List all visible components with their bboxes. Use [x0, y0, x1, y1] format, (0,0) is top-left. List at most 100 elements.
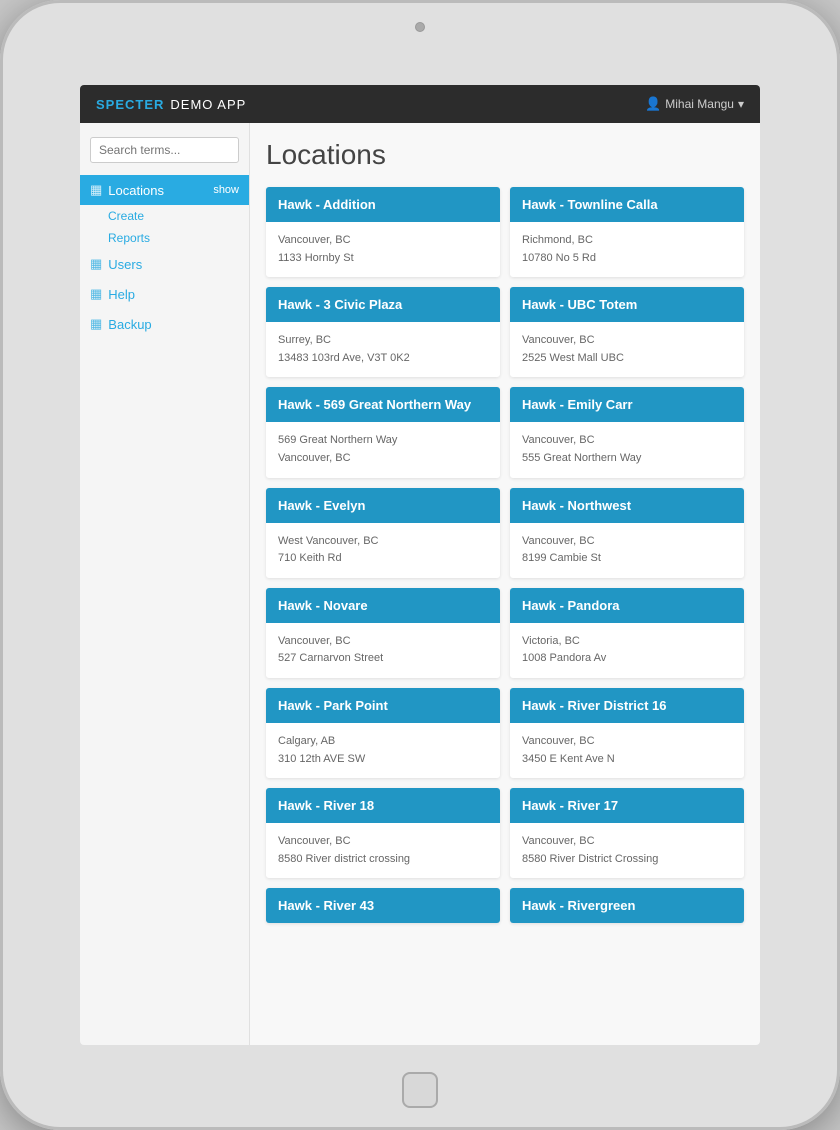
locations-badge: show [213, 184, 239, 196]
tablet-camera [415, 22, 425, 32]
location-card-address: Calgary, AB310 12th AVE SW [278, 733, 488, 768]
location-card-address: Vancouver, BC555 Great Northern Way [522, 432, 732, 467]
help-icon: ▦ [90, 286, 102, 302]
location-card[interactable]: Hawk - Pandora Victoria, BC1008 Pandora … [510, 588, 744, 678]
tablet-home-button[interactable] [402, 1072, 438, 1108]
location-card-body: 569 Great Northern WayVancouver, BC [266, 422, 500, 477]
location-card[interactable]: Hawk - River 17 Vancouver, BC8580 River … [510, 788, 744, 878]
tablet-frame: SPECTER DEMO APP 👤 Mihai Mangu ▾ ▦ Locat… [0, 0, 840, 1130]
location-card-address: Vancouver, BC8199 Cambie St [522, 533, 732, 568]
sidebar-item-help[interactable]: ▦ Help [80, 279, 249, 309]
location-card[interactable]: Hawk - Novare Vancouver, BC527 Carnarvon… [266, 588, 500, 678]
location-card-body: Vancouver, BC3450 E Kent Ave N [510, 723, 744, 778]
user-menu[interactable]: 👤 Mihai Mangu ▾ [645, 96, 744, 112]
location-card-header: Hawk - River 17 [510, 788, 744, 823]
tablet-screen: SPECTER DEMO APP 👤 Mihai Mangu ▾ ▦ Locat… [80, 85, 760, 1045]
reports-label: Reports [108, 231, 150, 245]
location-card-body: Surrey, BC13483 103rd Ave, V3T 0K2 [266, 322, 500, 377]
locations-icon: ▦ [90, 182, 102, 198]
search-input[interactable] [90, 137, 239, 163]
location-card-title: Hawk - Park Point [278, 698, 488, 713]
location-card-address: Vancouver, BC527 Carnarvon Street [278, 633, 488, 668]
location-card-title: Hawk - Rivergreen [522, 898, 732, 913]
location-card-title: Hawk - River District 16 [522, 698, 732, 713]
location-card[interactable]: Hawk - Addition Vancouver, BC1133 Hornby… [266, 187, 500, 277]
brand: SPECTER DEMO APP [96, 97, 246, 112]
sidebar-item-create[interactable]: Create [80, 205, 249, 227]
content-area: Locations Hawk - Addition Vancouver, BC1… [250, 123, 760, 1045]
location-card-address: Vancouver, BC2525 West Mall UBC [522, 332, 732, 367]
location-card-body: Victoria, BC1008 Pandora Av [510, 623, 744, 678]
location-card-address: Richmond, BC10780 No 5 Rd [522, 232, 732, 267]
location-card-title: Hawk - River 18 [278, 798, 488, 813]
location-card[interactable]: Hawk - 3 Civic Plaza Surrey, BC13483 103… [266, 287, 500, 377]
location-card-body: Vancouver, BC8580 River district crossin… [266, 823, 500, 878]
location-card-header: Hawk - Addition [266, 187, 500, 222]
location-card-header: Hawk - Townline Calla [510, 187, 744, 222]
location-card-header: Hawk - UBC Totem [510, 287, 744, 322]
location-card-title: Hawk - 3 Civic Plaza [278, 297, 488, 312]
location-card[interactable]: Hawk - Park Point Calgary, AB310 12th AV… [266, 688, 500, 778]
location-card-title: Hawk - 569 Great Northern Way [278, 397, 488, 412]
location-card-body: Vancouver, BC8199 Cambie St [510, 523, 744, 578]
location-card-title: Hawk - River 17 [522, 798, 732, 813]
sidebar: ▦ Locations show Create Reports ▦ Users … [80, 123, 250, 1045]
location-card-body: Vancouver, BC1133 Hornby St [266, 222, 500, 277]
location-card[interactable]: Hawk - River District 16 Vancouver, BC34… [510, 688, 744, 778]
chevron-down-icon: ▾ [738, 97, 744, 111]
location-card-address: West Vancouver, BC710 Keith Rd [278, 533, 488, 568]
location-card-address: Vancouver, BC1133 Hornby St [278, 232, 488, 267]
location-card[interactable]: Hawk - 569 Great Northern Way 569 Great … [266, 387, 500, 477]
create-label: Create [108, 209, 144, 223]
location-card-address: Vancouver, BC3450 E Kent Ave N [522, 733, 732, 768]
main-area: ▦ Locations show Create Reports ▦ Users … [80, 123, 760, 1045]
location-card-header: Hawk - River 18 [266, 788, 500, 823]
location-card-header: Hawk - River District 16 [510, 688, 744, 723]
location-card-body: Calgary, AB310 12th AVE SW [266, 723, 500, 778]
location-card-header: Hawk - River 43 [266, 888, 500, 923]
location-card-header: Hawk - 569 Great Northern Way [266, 387, 500, 422]
location-card-header: Hawk - Northwest [510, 488, 744, 523]
location-card-title: Hawk - River 43 [278, 898, 488, 913]
location-card[interactable]: Hawk - Northwest Vancouver, BC8199 Cambi… [510, 488, 744, 578]
location-card-header: Hawk - Park Point [266, 688, 500, 723]
location-card-title: Hawk - Townline Calla [522, 197, 732, 212]
brand-demo: DEMO APP [170, 97, 246, 112]
location-card[interactable]: Hawk - UBC Totem Vancouver, BC2525 West … [510, 287, 744, 377]
location-card-address: Victoria, BC1008 Pandora Av [522, 633, 732, 668]
location-card[interactable]: Hawk - Townline Calla Richmond, BC10780 … [510, 187, 744, 277]
user-name: Mihai Mangu [665, 97, 734, 111]
location-card-body: Richmond, BC10780 No 5 Rd [510, 222, 744, 277]
location-card-title: Hawk - UBC Totem [522, 297, 732, 312]
top-nav: SPECTER DEMO APP 👤 Mihai Mangu ▾ [80, 85, 760, 123]
search-box[interactable] [90, 137, 239, 163]
sidebar-backup-label: Backup [108, 317, 239, 332]
location-card-body: Vancouver, BC527 Carnarvon Street [266, 623, 500, 678]
location-card-title: Hawk - Novare [278, 598, 488, 613]
sidebar-item-backup[interactable]: ▦ Backup [80, 309, 249, 339]
users-icon: ▦ [90, 256, 102, 272]
location-card-header: Hawk - 3 Civic Plaza [266, 287, 500, 322]
locations-grid: Hawk - Addition Vancouver, BC1133 Hornby… [266, 187, 744, 923]
location-card[interactable]: Hawk - River 18 Vancouver, BC8580 River … [266, 788, 500, 878]
brand-specter: SPECTER [96, 97, 164, 112]
location-card-body: Vancouver, BC8580 River District Crossin… [510, 823, 744, 878]
sidebar-item-locations[interactable]: ▦ Locations show [80, 175, 249, 205]
sidebar-item-users[interactable]: ▦ Users [80, 249, 249, 279]
user-icon: 👤 [645, 96, 661, 112]
location-card-title: Hawk - Addition [278, 197, 488, 212]
sidebar-users-label: Users [108, 257, 239, 272]
location-card[interactable]: Hawk - Evelyn West Vancouver, BC710 Keit… [266, 488, 500, 578]
location-card[interactable]: Hawk - River 43 [266, 888, 500, 923]
location-card-header: Hawk - Pandora [510, 588, 744, 623]
location-card[interactable]: Hawk - Emily Carr Vancouver, BC555 Great… [510, 387, 744, 477]
location-card-title: Hawk - Northwest [522, 498, 732, 513]
location-card-title: Hawk - Pandora [522, 598, 732, 613]
backup-icon: ▦ [90, 316, 102, 332]
location-card-address: Vancouver, BC8580 River District Crossin… [522, 833, 732, 868]
location-card-body: West Vancouver, BC710 Keith Rd [266, 523, 500, 578]
location-card[interactable]: Hawk - Rivergreen [510, 888, 744, 923]
location-card-address: Vancouver, BC8580 River district crossin… [278, 833, 488, 868]
location-card-address: Surrey, BC13483 103rd Ave, V3T 0K2 [278, 332, 488, 367]
sidebar-item-reports[interactable]: Reports [80, 227, 249, 249]
